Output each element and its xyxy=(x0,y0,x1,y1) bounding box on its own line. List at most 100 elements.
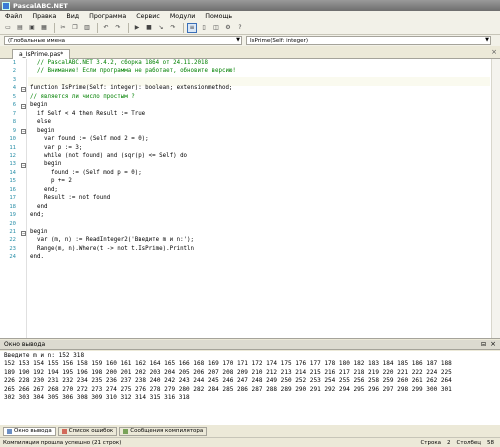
line-number: 21 xyxy=(9,229,16,235)
run-icon[interactable]: ▶ xyxy=(132,23,142,33)
output-text: Введите m и n: 152 318 152 153 154 155 15… xyxy=(0,351,500,425)
line-number: 20 xyxy=(9,220,16,227)
bottom-tab-bar: Окно вывода Список ошибок Сообщения комп… xyxy=(0,426,500,436)
stop-icon[interactable]: ■ xyxy=(144,23,154,33)
toolbar-separator xyxy=(183,22,184,33)
step-over-icon[interactable]: ↷ xyxy=(168,23,178,33)
menu-help[interactable]: Помощь xyxy=(200,13,237,20)
tab-errors-label: Список ошибок xyxy=(68,428,114,434)
menu-modules[interactable]: Модули xyxy=(165,13,200,20)
member-combo[interactable]: IsPrime(Self: integer) ▼ xyxy=(246,36,491,45)
line-number: 1 xyxy=(12,60,16,66)
menu-edit[interactable]: Правка xyxy=(27,13,61,20)
code-line[interactable]: found := (Self mod p = 0); xyxy=(30,170,142,176)
line-number: 2 xyxy=(12,68,16,75)
output-panel-title: Окно вывода xyxy=(4,341,46,348)
debug-icon[interactable]: ◫ xyxy=(211,23,221,33)
menu-bar: Файл Правка Вид Программа Сервис Модули … xyxy=(0,11,500,21)
menu-file[interactable]: Файл xyxy=(0,13,27,20)
copy-icon[interactable]: ❐ xyxy=(70,23,80,33)
fold-toggle-icon[interactable]: − xyxy=(21,86,26,92)
line-number: 14 xyxy=(9,169,16,176)
code-line[interactable]: begin xyxy=(30,161,61,167)
line-number: 24 xyxy=(9,254,16,261)
cut-icon[interactable]: ✂ xyxy=(58,23,68,33)
menu-view[interactable]: Вид xyxy=(61,13,84,20)
code-area[interactable]: // PascalABC.NET 3.4.2, сборка 1864 от 2… xyxy=(30,59,490,338)
open-icon[interactable]: ▤ xyxy=(15,23,25,33)
undo-icon[interactable]: ↶ xyxy=(101,23,111,33)
scope-combo[interactable]: (Глобальные имена ▼ xyxy=(4,36,242,45)
code-line[interactable]: Range(m, n).Where(t -> not t.IsPrime).Pr… xyxy=(30,246,194,252)
line-number: 13 xyxy=(9,161,16,168)
code-line[interactable]: if Self < 4 then Result := True xyxy=(30,111,145,117)
fold-toggle-icon[interactable]: − xyxy=(21,103,26,109)
save-all-icon[interactable]: ▦ xyxy=(39,23,49,33)
col-label: Столбец xyxy=(456,439,481,446)
save-icon[interactable]: ▣ xyxy=(27,23,37,33)
fold-toggle-icon[interactable]: − xyxy=(21,162,26,168)
tab-output[interactable]: Окно вывода xyxy=(3,426,56,436)
close-icon[interactable]: × xyxy=(490,340,496,348)
vertical-scrollbar[interactable] xyxy=(491,59,500,338)
code-line[interactable]: end xyxy=(30,204,47,210)
code-line[interactable]: var found := (Self mod 2 = 0); xyxy=(30,136,149,142)
view-toggle-icon[interactable]: ▯ xyxy=(199,23,209,33)
status-message: Компиляция прошла успешно (21 строк) xyxy=(3,439,122,446)
output-line: 152 153 154 155 156 158 159 160 161 162 … xyxy=(4,360,452,368)
code-line[interactable]: // Внимание! Если программа не работает,… xyxy=(30,68,236,74)
menu-service[interactable]: Сервис xyxy=(131,13,165,20)
help-icon[interactable]: ? xyxy=(235,23,245,33)
line-number: 15 xyxy=(9,178,16,185)
pin-icon[interactable]: ⊟ xyxy=(481,341,486,348)
format-icon[interactable]: ≡ xyxy=(187,22,197,33)
toolbar: ▭ ▤ ▣ ▦ ✂ ❐ ▥ ↶ ↷ ▶ ■ ↘ ↷ ≡ ▯ ◫ ⚙ ? xyxy=(0,21,500,35)
chevron-down-icon[interactable]: ▼ xyxy=(485,37,489,43)
line-number: 3 xyxy=(12,76,16,83)
compiler-messages-icon xyxy=(123,428,129,434)
tab-compiler-messages[interactable]: Сообщения компилятора xyxy=(119,426,208,436)
line-number: 7 xyxy=(12,110,16,117)
step-into-icon[interactable]: ↘ xyxy=(156,23,166,33)
app-icon xyxy=(2,1,10,10)
code-line[interactable]: end. xyxy=(30,254,44,260)
code-line[interactable]: p += 2 xyxy=(30,178,72,184)
fold-toggle-icon[interactable]: − xyxy=(21,129,26,135)
navigation-bar: (Глобальные имена ▼ IsPrime(Self: intege… xyxy=(0,35,500,46)
file-tab[interactable]: a_IsPrime.pas* xyxy=(12,49,70,59)
code-line[interactable]: begin xyxy=(30,229,47,235)
close-icon[interactable]: × xyxy=(491,48,497,56)
window-title: PascalABC.NET xyxy=(13,1,68,10)
code-line[interactable]: begin xyxy=(30,128,54,134)
output-line: 302 303 304 305 306 308 309 310 312 314 … xyxy=(4,394,190,402)
chevron-down-icon[interactable]: ▼ xyxy=(236,37,240,43)
redo-icon[interactable]: ↷ xyxy=(113,23,123,33)
code-line[interactable]: end; xyxy=(30,212,44,218)
code-line[interactable]: // PascalABC.NET 3.4.2, сборка 1864 от 2… xyxy=(30,60,208,66)
code-line[interactable]: function IsPrime(Self: integer): boolean… xyxy=(30,85,232,91)
output-line: 189 190 192 194 195 196 198 200 201 202 … xyxy=(4,368,452,376)
scope-combo-value: (Глобальные имена xyxy=(8,37,66,44)
code-line[interactable]: else xyxy=(30,119,51,125)
new-file-icon[interactable]: ▭ xyxy=(3,23,13,33)
line-number: 23 xyxy=(9,245,16,252)
code-editor[interactable]: 1 2 3 4−5 6−7 8 9−10 11 12 13−14 15 16 17 18 19 20 21−22… xyxy=(0,59,500,339)
paste-icon[interactable]: ▥ xyxy=(82,23,92,33)
line-number: 11 xyxy=(9,144,16,151)
error-list-icon xyxy=(61,428,67,434)
code-line[interactable]: var p := 3; xyxy=(30,145,82,151)
cursor-position: Строка 2 Столбец 58 xyxy=(420,440,500,446)
code-line[interactable]: var (m, n) := ReadInteger2('Введите m и … xyxy=(30,237,194,243)
tab-errors[interactable]: Список ошибок xyxy=(57,426,118,436)
code-line[interactable]: Result := not found xyxy=(30,195,110,201)
fold-toggle-icon[interactable]: − xyxy=(21,230,26,236)
code-line[interactable]: begin xyxy=(30,102,47,108)
output-line: 265 266 267 268 270 272 273 274 275 276 … xyxy=(4,385,452,393)
code-line[interactable]: while (not found) and (sqr(p) <= Self) d… xyxy=(30,153,187,159)
compile-icon[interactable]: ⚙ xyxy=(223,23,233,33)
member-combo-value: IsPrime(Self: integer) xyxy=(250,37,308,44)
code-line[interactable]: end; xyxy=(30,187,58,193)
row-value: 2 xyxy=(447,439,451,446)
menu-program[interactable]: Программа xyxy=(84,13,131,20)
code-line[interactable]: // является ли число простым ? xyxy=(30,94,135,100)
